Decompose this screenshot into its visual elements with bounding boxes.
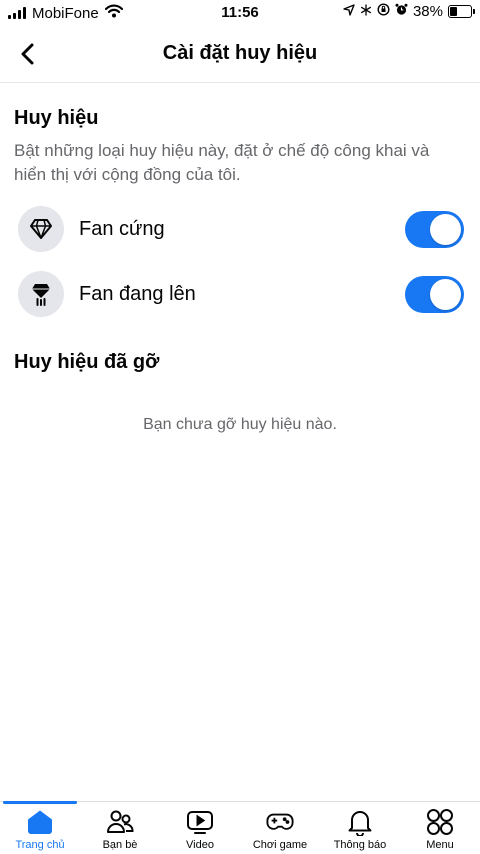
fan-cung-toggle[interactable]: [405, 211, 464, 248]
removed-empty-text: Bạn chưa gỡ huy hiệu nào.: [143, 416, 337, 433]
badge-row-fan-dang-len: Fan đang lên: [18, 271, 464, 319]
friends-icon: [106, 808, 134, 836]
badge-row-fan-cung: Fan cứng: [18, 206, 464, 254]
nav-label-home: Trang chủ: [15, 839, 65, 851]
fan-dang-len-toggle[interactable]: [405, 276, 464, 313]
rising-diamond-icon: [18, 271, 64, 317]
gamepad-icon: [266, 808, 294, 836]
screen-lock-icon: [377, 3, 390, 20]
nav-label-friends: Bạn bè: [102, 839, 138, 851]
nav-label-notifications: Thông báo: [333, 839, 387, 851]
page-title: Cài đặt huy hiệu: [162, 42, 318, 64]
nav-item-video[interactable]: Video: [160, 802, 240, 854]
nav-item-home[interactable]: Trang chủ: [0, 802, 80, 854]
status-right: 38%: [343, 3, 475, 20]
location-icon: [343, 3, 355, 20]
nav-item-friends[interactable]: Bạn bè: [80, 802, 160, 854]
battery-percent: 38%: [412, 3, 443, 20]
bottom-nav: Trang chủ Bạn bè Video Chơi game Thông b…: [0, 801, 480, 854]
badge-label-fan-dang-len: Fan đang lên: [79, 283, 196, 305]
nav-item-notifications[interactable]: Thông báo: [320, 802, 400, 854]
nav-item-menu[interactable]: Menu: [400, 802, 480, 854]
diamond-icon: [18, 206, 64, 252]
battery-icon: [448, 5, 475, 18]
nav-label-gaming: Chơi game: [252, 839, 308, 851]
badges-description: Bật những loại huy hiệu này, đặt ở chế đ…: [14, 141, 430, 184]
bell-icon: [346, 808, 374, 836]
video-icon: [186, 808, 214, 836]
removed-section-title: Huy hiệu đã gỡ: [14, 351, 160, 373]
badge-label-fan-cung: Fan cứng: [79, 218, 165, 240]
status-bar: MobiFone 11:56 38%: [0, 0, 480, 26]
alarm-icon: [395, 3, 408, 20]
header: Cài đặt huy hiệu: [0, 26, 480, 83]
snowflake-icon: [360, 3, 372, 20]
nav-label-video: Video: [186, 839, 214, 851]
badges-section-title: Huy hiệu: [14, 107, 99, 129]
nav-label-menu: Menu: [426, 839, 454, 851]
nav-item-gaming[interactable]: Chơi game: [240, 802, 320, 854]
menu-grid-icon: [426, 808, 454, 836]
home-icon: [26, 808, 54, 836]
